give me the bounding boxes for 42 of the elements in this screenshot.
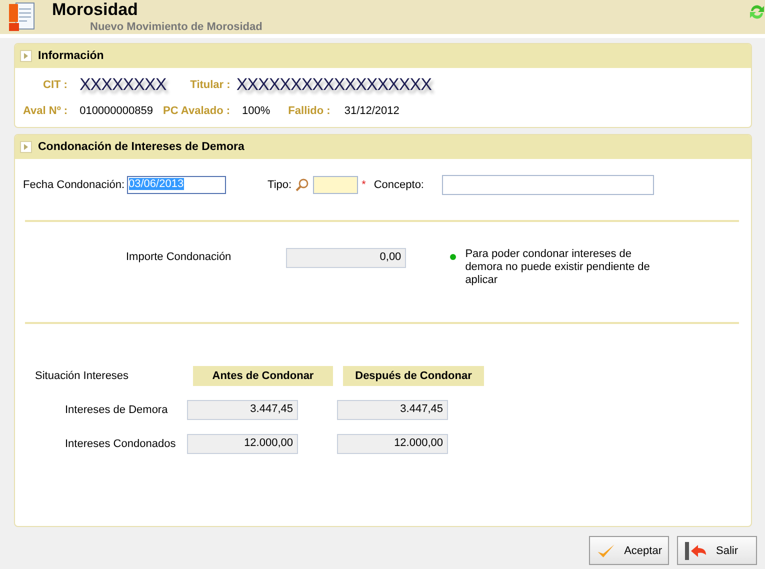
field-label: Concepto:	[374, 179, 424, 191]
field-label: CIT :	[43, 79, 68, 91]
exit-button[interactable]: Salir	[677, 536, 757, 565]
expand-icon[interactable]	[20, 50, 32, 62]
required-mark: *	[362, 179, 366, 191]
row-label: Intereses de Demora	[64, 404, 169, 416]
info-note: Para poder condonar intereses de demora no puede existir pendiente de aplicar	[465, 248, 651, 287]
field-label: Fecha Condonación:	[23, 179, 125, 191]
amount-field: 3.447,45	[187, 400, 298, 420]
page-title: Morosidad	[52, 0, 139, 20]
row-label: Intereses Condonados	[64, 438, 177, 450]
amount-field: 3.447,45	[337, 400, 448, 420]
accept-button[interactable]: Aceptar	[589, 536, 669, 565]
field-label: Fallido :	[288, 105, 330, 117]
bullet-icon	[450, 254, 456, 260]
refresh-icon[interactable]	[749, 3, 765, 21]
amount-field: 12.000,00	[187, 434, 298, 454]
field-label: Situación Intereses	[34, 370, 130, 382]
exit-icon	[684, 540, 708, 560]
amount-field: 0,00	[286, 248, 406, 268]
amount-field: 12.000,00	[337, 434, 448, 454]
section-title: Condonación de Intereses de Demora	[38, 141, 244, 153]
section-header[interactable]: Condonación de Intereses de Demora	[15, 135, 751, 159]
page-subtitle: Nuevo Movimiento de Morosidad	[90, 20, 262, 34]
field-label: Aval Nº :	[23, 105, 68, 117]
search-icon[interactable]	[294, 178, 309, 192]
field-value: 100%	[242, 105, 270, 117]
field-label: Titular :	[190, 79, 230, 91]
field-value: 010000000859	[80, 105, 153, 117]
expand-icon[interactable]	[20, 141, 32, 153]
section-header[interactable]: Información	[15, 44, 751, 68]
field-label: PC Avalado :	[163, 105, 230, 117]
field-value: XXXXXXXX	[79, 75, 166, 95]
field-value: XXXXXXXXXXXXXXXXXX	[236, 75, 432, 95]
field-label: Importe Condonación	[126, 251, 232, 263]
field-value: 31/12/2012	[344, 105, 400, 117]
concept-field[interactable]	[442, 175, 654, 195]
column-header: Después de Condonar	[343, 366, 484, 386]
section-title: Información	[38, 50, 104, 62]
field-label: Tipo:	[268, 179, 292, 191]
type-field[interactable]	[312, 176, 358, 194]
column-header: Antes de Condonar	[193, 366, 333, 386]
